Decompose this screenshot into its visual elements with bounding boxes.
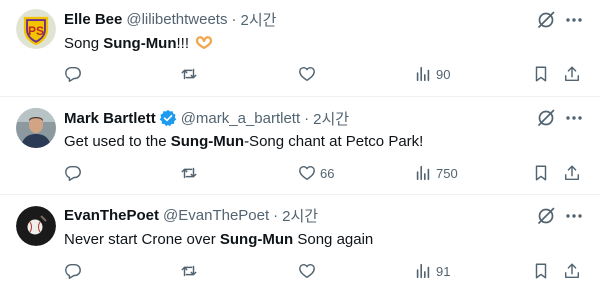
highlighted-term: Sung-Mun: [170, 133, 245, 150]
views-chart-icon: [416, 165, 430, 181]
tweet-text-after: !!!: [176, 35, 190, 52]
display-name[interactable]: Elle Bee: [64, 11, 122, 28]
share-icon: [564, 165, 580, 181]
tweet[interactable]: EvanThePoet @EvanThePoet · 2시간 Never sta…: [0, 195, 600, 293]
views-count: 90: [436, 66, 451, 82]
bookmark-icon: [535, 263, 547, 279]
share-icon: [564, 263, 580, 279]
baseball-avatar-icon: [16, 206, 56, 246]
more-options-icon[interactable]: [564, 10, 584, 30]
reply-icon: [65, 263, 81, 279]
views-button[interactable]: 750: [414, 163, 458, 183]
bookmark-icon: [535, 165, 547, 181]
tweet[interactable]: Mark Bartlett @mark_a_bartlett · 2시간 Get…: [0, 97, 600, 195]
tweet-text-after: Song again: [293, 231, 374, 248]
retweet-button[interactable]: [180, 261, 202, 281]
user-handle[interactable]: @EvanThePoet: [163, 207, 269, 224]
heart-icon: [299, 66, 315, 82]
like-count: 66: [320, 165, 335, 181]
tweet-actions: 91: [0, 261, 600, 281]
retweet-icon: [181, 265, 197, 277]
reply-button[interactable]: [64, 163, 86, 183]
like-button[interactable]: [298, 261, 320, 281]
share-button[interactable]: [563, 261, 581, 281]
heart-icon: [299, 165, 315, 181]
tweet-text: Song Sung-Mun!!!: [64, 34, 584, 54]
bookmark-button[interactable]: [532, 261, 550, 281]
highlighted-term: Sung-Mun: [103, 35, 177, 52]
retweet-button[interactable]: [180, 64, 202, 84]
tweet-text: Get used to the Sung-Mun-Song chant at P…: [64, 132, 584, 152]
share-button[interactable]: [563, 64, 581, 84]
views-button[interactable]: 90: [414, 64, 450, 84]
timestamp[interactable]: 2시간: [240, 9, 276, 30]
grok-icon[interactable]: [536, 206, 556, 226]
tweet-text: Never start Crone over Sung-Mun Song aga…: [64, 230, 584, 250]
share-button[interactable]: [563, 163, 581, 183]
reply-button[interactable]: [64, 261, 86, 281]
tweet-actions: 66 750: [0, 163, 600, 183]
views-chart-icon: [416, 66, 430, 82]
more-options-icon[interactable]: [564, 108, 584, 128]
avatar[interactable]: PS: [16, 9, 56, 49]
views-count: 91: [436, 263, 451, 279]
reply-button[interactable]: [64, 64, 86, 84]
reply-icon: [65, 66, 81, 82]
heart-icon: [299, 263, 315, 279]
views-count: 750: [436, 165, 458, 181]
bookmark-icon: [535, 66, 547, 82]
tweet-text-before: Get used to the: [64, 133, 171, 150]
more-options-icon[interactable]: [564, 206, 584, 226]
person-photo-avatar-icon: [16, 108, 56, 148]
tweet-text-after: -Song chant at Petco Park!: [244, 133, 424, 150]
avatar[interactable]: [16, 108, 56, 148]
share-icon: [564, 66, 580, 82]
reply-icon: [65, 165, 81, 181]
like-button[interactable]: 66: [298, 163, 334, 183]
ps-badge-avatar-icon: PS: [16, 9, 56, 49]
separator-dot: ·: [231, 10, 237, 28]
retweet-icon: [181, 167, 197, 179]
display-name[interactable]: Mark Bartlett: [64, 110, 156, 127]
verified-badge-icon[interactable]: [159, 109, 177, 127]
timestamp[interactable]: 2시간: [313, 108, 349, 129]
tweet-text-before: Song: [64, 35, 104, 52]
bookmark-button[interactable]: [532, 163, 550, 183]
avatar[interactable]: [16, 206, 56, 246]
user-handle[interactable]: @lilibethtweets: [126, 11, 227, 28]
timestamp[interactable]: 2시간: [282, 205, 318, 226]
like-button[interactable]: [298, 64, 320, 84]
separator-dot: ·: [273, 206, 279, 224]
views-button[interactable]: 91: [414, 261, 450, 281]
tweet-actions: 90: [0, 64, 600, 84]
display-name[interactable]: EvanThePoet: [64, 207, 159, 224]
heart-hands-emoji-icon: [196, 36, 213, 49]
tweet[interactable]: PS Elle Bee @lilibethtweets · 2시간 Song S…: [0, 0, 600, 97]
highlighted-term: Sung-Mun: [219, 231, 294, 248]
views-chart-icon: [416, 263, 430, 279]
retweet-button[interactable]: [180, 163, 202, 183]
svg-text:PS: PS: [28, 24, 44, 38]
separator-dot: ·: [304, 109, 310, 127]
tweet-text-before: Never start Crone over: [64, 231, 220, 248]
retweet-icon: [181, 68, 197, 80]
grok-icon[interactable]: [536, 108, 556, 128]
bookmark-button[interactable]: [532, 64, 550, 84]
user-handle[interactable]: @mark_a_bartlett: [181, 110, 300, 127]
grok-icon[interactable]: [536, 10, 556, 30]
